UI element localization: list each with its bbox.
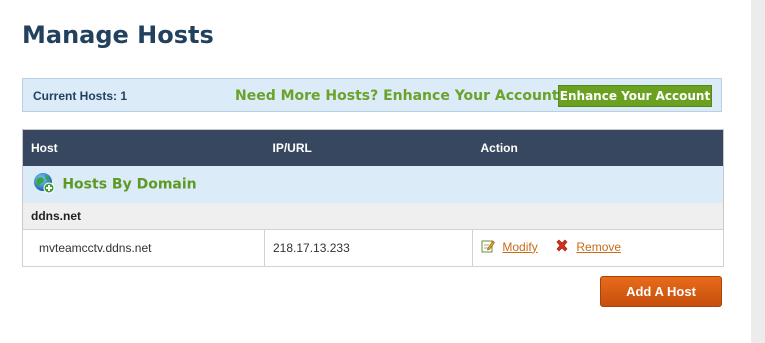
remove-link[interactable]: Remove [576, 240, 621, 254]
domain-name: ddns.net [22, 202, 724, 229]
column-header-host: Host [22, 129, 265, 166]
current-hosts: Current Hosts: 1 [33, 89, 127, 103]
edit-icon [481, 239, 495, 256]
domain-row: ddns.net [22, 202, 724, 229]
remove-x-icon [555, 239, 569, 256]
host-actions: Modify Remove [472, 228, 724, 267]
remove-action[interactable]: Remove [555, 239, 621, 256]
table-header-row: Host IP/URL Action [22, 129, 724, 166]
modify-action[interactable]: Modify [481, 239, 538, 256]
globe-add-icon [33, 172, 55, 197]
host-name: mvteamcctv.ddns.net [22, 228, 265, 267]
group-label: Hosts By Domain [62, 176, 197, 192]
modify-link[interactable]: Modify [502, 240, 537, 254]
column-header-ip: IP/URL [264, 129, 473, 166]
current-hosts-count: 1 [120, 89, 128, 103]
right-scroll-strip [751, 0, 765, 343]
enhance-account-button[interactable]: Enhance Your Account [558, 85, 712, 107]
table-row: mvteamcctv.ddns.net 218.17.13.233 Modify [22, 228, 724, 267]
add-host-button[interactable]: Add A Host [600, 276, 722, 307]
promo-message: Need More Hosts? Enhance Your Account! [235, 88, 565, 104]
group-row: Hosts By Domain [22, 165, 724, 203]
hosts-table: Host IP/URL Action Hosts By Domain ddns.… [22, 129, 724, 267]
column-header-action: Action [472, 129, 724, 166]
promo-banner: Current Hosts: 1 Need More Hosts? Enhanc… [22, 78, 722, 112]
current-hosts-label: Current Hosts: [33, 89, 118, 103]
host-ip: 218.17.13.233 [264, 228, 473, 267]
page-title: Manage Hosts [22, 21, 214, 49]
